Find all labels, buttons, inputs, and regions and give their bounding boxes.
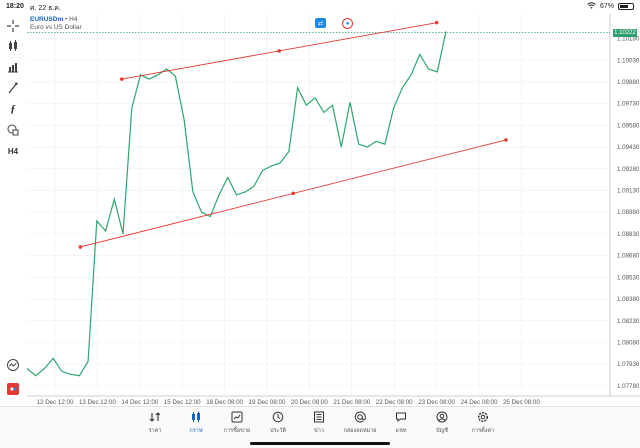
- symbol-description: Euro vs US Dollar: [30, 24, 82, 31]
- y-tick-label: 1.08380: [617, 296, 640, 303]
- tab-news[interactable]: ข่าว: [301, 411, 337, 435]
- x-tick-label: 14 Dec 12:00: [121, 399, 158, 406]
- y-tick-label: 1.08080: [617, 339, 640, 346]
- y-tick-label: 1.09730: [617, 101, 640, 108]
- trendline-anchor: [434, 20, 439, 25]
- y-tick-label: 1.09580: [617, 122, 640, 129]
- y-tick-label: 1.10180: [617, 36, 640, 43]
- account-icon: [436, 411, 448, 423]
- tab-mailbox[interactable]: กล่องจดหมาย: [342, 411, 378, 435]
- tab-label: ข่าว: [314, 428, 324, 434]
- trade-icon: [231, 411, 243, 423]
- buy-button-icon[interactable]: ●: [342, 18, 353, 29]
- y-tick-label: 1.09130: [617, 188, 640, 195]
- y-tick-label: 1.08680: [617, 253, 640, 260]
- x-tick-label: 19 Dec 08:00: [249, 399, 286, 406]
- symbol-header: EURUSDm • H4 Euro vs US Dollar: [30, 16, 82, 31]
- price-chart[interactable]: 1.10180 1.10030 1.09880 1.09730 1.09580 1.094…: [0, 0, 640, 406]
- bottom-tab-bar: ราคา กราฟ การซื้อขาย ประวัติ ข่าว กล่องจ…: [0, 406, 640, 448]
- current-price-tag: 1.10222: [613, 28, 637, 37]
- chat-icon: [396, 412, 406, 423]
- symbol-name: EURUSDm: [30, 16, 64, 23]
- trendline-anchor: [291, 191, 296, 196]
- trendline-anchor: [277, 49, 282, 53]
- x-tick-label: 13 Dec 12:00: [79, 399, 116, 406]
- home-indicator: [250, 442, 390, 445]
- trendline-anchor: [78, 245, 83, 249]
- x-tick-label: 18 Dec 08:00: [206, 399, 243, 406]
- tab-chat[interactable]: แชท: [383, 411, 419, 435]
- x-tick-label: 22 Dec 08:00: [376, 399, 413, 406]
- x-tick-label: 15 Dec 12:00: [164, 399, 201, 406]
- x-tick-label: 20 Dec 08:00: [291, 399, 328, 406]
- price-series-line: [26, 31, 447, 377]
- tab-label: กล่องจดหมาย: [343, 428, 377, 434]
- tab-label: บัญชี: [436, 428, 448, 434]
- trendline-anchor: [120, 77, 124, 81]
- chart-icon: [192, 411, 200, 423]
- tab-label: การตั้งค่า: [471, 428, 495, 434]
- y-tick-label: 1.08980: [617, 209, 640, 216]
- tab-quotes[interactable]: ราคา: [137, 411, 173, 435]
- tab-label: การซื้อขาย: [223, 428, 251, 434]
- y-tick-label: 1.09280: [617, 166, 640, 173]
- history-icon: [272, 411, 284, 423]
- one-click-trading: ⇄ ●: [315, 18, 353, 29]
- tab-account[interactable]: บัญชี: [424, 411, 460, 435]
- symbol-timeframe: • H4: [65, 16, 78, 23]
- tab-chart[interactable]: กราฟ: [178, 411, 214, 435]
- x-tick-label: 21 Dec 08:00: [333, 399, 370, 406]
- y-tick-label: 1.07780: [617, 383, 640, 390]
- tab-label: ราคา: [148, 428, 162, 434]
- quotes-icon: [149, 412, 161, 422]
- tab-label: ประวัติ: [269, 428, 287, 434]
- x-tick-label: 23 Dec 08:00: [418, 399, 455, 406]
- y-tick-label: 1.08830: [617, 231, 640, 238]
- y-tick-label: 1.07930: [617, 361, 640, 368]
- y-tick-label: 1.10030: [617, 57, 640, 64]
- tab-history[interactable]: ประวัติ: [260, 411, 296, 435]
- mailbox-icon: [354, 411, 366, 423]
- x-tick-label: 12 Dec 12:00: [37, 399, 74, 406]
- y-tick-label: 1.09880: [617, 79, 640, 86]
- tab-label: แชท: [395, 428, 407, 434]
- settings-icon: [477, 411, 489, 423]
- y-tick-label: 1.08530: [617, 274, 640, 281]
- news-icon: [314, 411, 324, 423]
- y-tick-label: 1.08230: [617, 318, 640, 325]
- y-tick-label: 1.09430: [617, 144, 640, 151]
- tab-label: กราฟ: [189, 428, 203, 434]
- tab-trade[interactable]: การซื้อขาย: [219, 411, 255, 435]
- sell-button-icon[interactable]: ⇄: [315, 18, 326, 28]
- tab-settings[interactable]: การตั้งค่า: [465, 411, 501, 435]
- trendline-anchor: [504, 138, 508, 142]
- x-tick-label: 25 Dec 08:00: [503, 399, 540, 406]
- x-tick-label: 24 Dec 08:00: [461, 399, 498, 406]
